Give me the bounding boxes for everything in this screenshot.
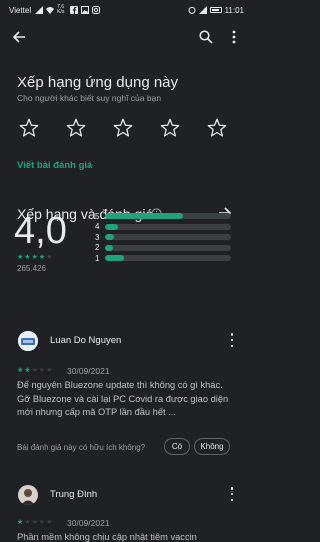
clock: 11:01 <box>224 5 244 15</box>
helpful-question: Bài đánh giá này có hữu ích không? <box>17 443 146 452</box>
review-more-icon[interactable] <box>226 487 238 501</box>
back-button[interactable] <box>9 27 29 47</box>
rating-bar-fill <box>105 255 124 262</box>
review-stars: ★ ★ ★ ★ ★ <box>17 366 52 374</box>
rate-app-subtitle: Cho người khác biết suy nghĩ của bạn <box>17 93 162 103</box>
review-date: 30/09/2021 <box>67 518 110 528</box>
rating-bar-track <box>105 244 231 251</box>
signal-icon <box>35 6 44 14</box>
star-icon: ★ <box>46 254 53 261</box>
rate-star-2[interactable] <box>65 117 87 139</box>
image-icon <box>81 6 90 14</box>
avatar <box>18 485 38 505</box>
helpful-yes-button[interactable]: Có <box>164 438 190 455</box>
rating-bar-row: 5 <box>95 211 235 222</box>
star-icon: ★ <box>46 367 53 374</box>
star-icon: ★ <box>17 254 24 261</box>
rate-app-title: Xếp hạng ứng dụng này <box>17 74 179 91</box>
wifi-icon <box>46 7 55 14</box>
rating-bar-label: 4 <box>95 222 100 232</box>
review-more-icon[interactable] <box>226 333 238 347</box>
star-icon: ★ <box>46 519 53 526</box>
review-date: 30/09/2021 <box>67 366 110 376</box>
rating-distribution: 54321 <box>95 211 235 264</box>
carrier-label: Viettel <box>9 5 32 15</box>
rating-bar-label: 2 <box>95 243 100 253</box>
rate-star-1[interactable] <box>18 117 40 139</box>
rating-bar-label: 1 <box>95 253 100 263</box>
star-icon: ★ <box>31 367 38 374</box>
star-icon: ★ <box>38 367 46 374</box>
more-vertical-icon <box>232 30 236 44</box>
star-icon: ★ <box>31 519 38 526</box>
rating-bar-row: 2 <box>95 243 235 254</box>
write-review-link[interactable]: Viết bài đánh giá <box>17 160 92 171</box>
star-icon: ★ <box>38 254 46 261</box>
avatar-image <box>18 485 38 505</box>
alarm-icon <box>188 6 196 14</box>
star-icon: ★ <box>31 254 38 261</box>
rating-bar-fill <box>105 234 114 241</box>
star-icon: ★ <box>24 254 31 261</box>
rating-count: 265.426 <box>17 264 46 273</box>
instagram-icon <box>92 6 101 14</box>
helpful-no-button[interactable]: Không <box>194 438 230 455</box>
network-speed: 7,6 K/s <box>57 4 65 15</box>
avatar <box>18 331 38 351</box>
status-bar: Viettel 7,6 K/s 11:01 <box>0 0 250 20</box>
star-icon: ★ <box>17 367 24 374</box>
more-options-button[interactable] <box>224 27 244 47</box>
star-icon: ★ <box>17 519 24 526</box>
rating-bar-fill <box>105 244 113 251</box>
rating-bar-row: 1 <box>95 253 235 264</box>
app-bar <box>0 24 250 52</box>
review-text[interactable]: Phần mềm không chịu cập nhật tiêm vaccin <box>17 531 233 542</box>
review-text[interactable]: Để nguyên Bluezone update thì không có g… <box>17 379 233 420</box>
star-icon: ★ <box>24 519 31 526</box>
review-stars: ★ ★ ★ ★ ★ <box>17 518 52 526</box>
rating-bar-label: 3 <box>95 232 100 242</box>
star-icon: ★ <box>38 519 46 526</box>
rate-star-4[interactable] <box>159 117 181 139</box>
average-stars: ★ ★ ★ ★ ★ <box>17 253 52 261</box>
back-arrow-icon <box>12 31 25 43</box>
average-score: 4,0 <box>14 210 67 252</box>
rating-bar-row: 4 <box>95 222 235 233</box>
rating-bar-row: 3 <box>95 232 235 243</box>
rating-bar-fill <box>105 223 118 230</box>
battery-icon <box>209 7 222 13</box>
rating-bar-track <box>105 255 231 262</box>
reviewer-name: Trung Đình <box>50 489 98 500</box>
rate-star-3[interactable] <box>112 117 134 139</box>
facebook-icon <box>70 6 79 14</box>
avatar-image <box>18 331 38 351</box>
mobile-signal-icon <box>198 6 207 14</box>
rating-bar-fill <box>105 213 184 220</box>
rating-bar-label: 5 <box>95 211 100 221</box>
rating-bar-track <box>105 223 231 230</box>
search-button[interactable] <box>196 27 216 47</box>
reviewer-name: Luan Do Nguyen <box>50 335 122 346</box>
rating-bar-track <box>105 234 231 241</box>
rating-bar-track <box>105 213 231 220</box>
search-icon <box>199 30 213 44</box>
rate-stars <box>18 117 228 139</box>
star-icon: ★ <box>24 367 31 374</box>
rate-star-5[interactable] <box>206 117 228 139</box>
